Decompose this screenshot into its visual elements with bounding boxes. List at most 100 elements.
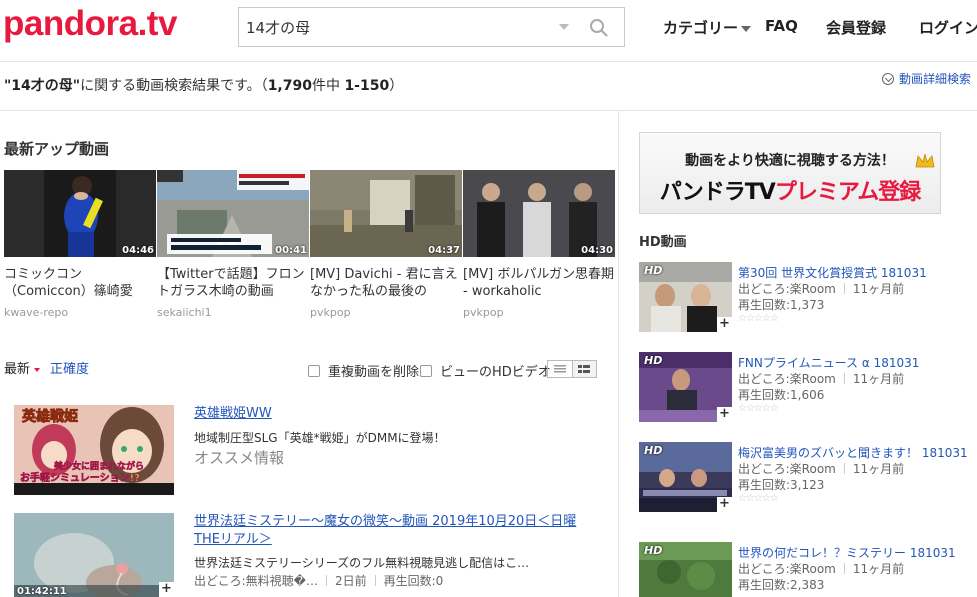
hd-item-source[interactable]: 出どころ:楽Room [738, 282, 836, 296]
caret-down-icon [34, 367, 41, 372]
hd-checkbox[interactable] [420, 365, 432, 377]
add-to-playlist-icon[interactable]: + [717, 407, 732, 422]
dedupe-checkbox[interactable] [308, 365, 320, 377]
hd-item-title[interactable]: FNNプライムニュース α 181031 [738, 356, 919, 370]
hd-badge: HD [644, 354, 663, 367]
result-description: 世界法廷ミステリーシリーズのフル無料視聴見逃し配信はこ… [194, 556, 530, 570]
premium-banner[interactable]: 動画をより快適に視聴する方法！ パンドラTVプレミアム登録 [639, 132, 941, 214]
rating-stars: ☆☆☆☆☆ [738, 493, 779, 504]
add-to-playlist-icon[interactable]: + [159, 582, 174, 597]
hd-item-age: 11ヶ月前 [852, 282, 905, 296]
result-meta: 出どころ:無料視聴�… 2日前 再生回数:0 [194, 572, 443, 589]
premium-brand: パンドラTV [659, 180, 776, 205]
hd-item-age: 11ヶ月前 [852, 372, 905, 386]
ad-thumbnail[interactable]: 英雄戦姫 美少女に囲まれながら お手軽シミュレーション!? [14, 405, 174, 495]
hd-item-meta: 出どころ:楽Room 11ヶ月前 [738, 561, 977, 577]
video-thumbnail[interactable]: 01:42:11 + [14, 513, 174, 597]
ad-tagline-2: お手軽シミュレーション!? [20, 471, 140, 484]
hd-item-info: 第30回 世界文化賞授賞式 181031 出どころ:楽Room 11ヶ月前 再生回… [738, 262, 977, 324]
latest-video-card[interactable]: 04:30 [MV] ボルパルガン思春期 - workaholic pvkpop [463, 170, 615, 319]
video-thumbnail[interactable]: 00:41 [157, 170, 309, 257]
sort-latest[interactable]: 最新 [4, 362, 30, 377]
hd-item-age: 11ヶ月前 [852, 462, 905, 476]
nav-category-label: カテゴリー [663, 19, 739, 37]
hd-option[interactable]: ビューのHDビデオ [420, 361, 551, 380]
hd-badge: HD [644, 444, 663, 457]
latest-video-card[interactable]: 00:41 【Twitterで話題】フロントガラス木崎の動画 sekaiichi… [157, 170, 309, 319]
ad-label: オススメ情報 [194, 449, 285, 467]
result-title[interactable]: 世界法廷ミステリー〜魔女の微笑〜動画 2019年10月20日＜日曜THEリアル＞ [194, 513, 594, 549]
premium-banner-line2: パンドラTVプレミアム登録 [640, 174, 940, 206]
result-total: 1,790 [267, 78, 312, 94]
video-user[interactable]: sekaiichi1 [157, 306, 309, 319]
result-age: 2日前 [335, 574, 367, 588]
meta-separator [326, 575, 327, 586]
video-duration: 04:46 [122, 245, 154, 256]
video-thumbnail[interactable]: 04:37 [310, 170, 462, 257]
hd-item-views: 再生回数:3,123 [738, 478, 825, 492]
pandora-logo[interactable]: pandora.tv [3, 4, 177, 44]
result-source[interactable]: 出どころ:無料視聴�… [194, 574, 318, 588]
video-user[interactable]: kwave-repo [4, 306, 156, 319]
chevron-circle-icon [882, 73, 894, 85]
latest-video-card[interactable]: 04:37 [MV] Davichi - 君に言えなかった私の最後の pvkpo… [310, 170, 462, 319]
hd-item-views: 再生回数:1,373 [738, 298, 825, 312]
hd-badge: HD [644, 544, 663, 557]
search-box [238, 7, 625, 47]
search-input[interactable] [239, 8, 549, 46]
video-thumbnail[interactable]: 04:30 [463, 170, 615, 257]
hd-item-title[interactable]: 世界の何だコレ！？ミステリー 181031 [738, 546, 956, 560]
crown-icon [915, 153, 935, 168]
video-title[interactable]: コミックコン （Comiccon）篠崎愛 [4, 266, 156, 300]
divider [0, 110, 977, 111]
hd-item-age: 11ヶ月前 [852, 562, 905, 576]
video-thumbnail[interactable]: HD + [639, 442, 732, 512]
list-view-icon[interactable] [548, 361, 572, 377]
premium-banner-line1: 動画をより快適に視聴する方法！ [685, 153, 895, 169]
video-thumbnail[interactable]: HD + [639, 352, 732, 422]
ad-tagline-1: 美少女に囲まれながら [54, 460, 144, 472]
grid-view-icon[interactable] [571, 361, 596, 377]
video-title[interactable]: 【Twitterで話題】フロントガラス木崎の動画 [157, 266, 309, 300]
hd-item-title[interactable]: 梅沢富美男のズバッと聞きます！ 181031 [738, 446, 968, 460]
dedupe-option[interactable]: 重複動画を削除 [308, 361, 419, 380]
nav-register[interactable]: 会員登録 [826, 17, 886, 38]
nav-login[interactable]: ログイン [919, 17, 977, 38]
search-icon[interactable] [587, 16, 611, 40]
result-suffix: ） [389, 78, 404, 94]
hd-item-source[interactable]: 出どころ:楽Room [738, 462, 836, 476]
advanced-search-link[interactable]: 動画詳細検索 [882, 70, 971, 87]
add-to-playlist-icon[interactable]: + [717, 497, 732, 512]
meta-separator [374, 575, 376, 586]
nav-faq[interactable]: FAQ [765, 17, 798, 35]
latest-video-card[interactable]: 04:46 コミックコン （Comiccon）篠崎愛 kwave-repo [4, 170, 156, 319]
rating-stars: ☆☆☆☆☆ [738, 403, 779, 414]
hd-item-source[interactable]: 出どころ:楽Room [738, 372, 836, 386]
video-duration: 04:30 [581, 245, 613, 256]
hd-item-source[interactable]: 出どころ:楽Room [738, 562, 836, 576]
meta-separator [843, 283, 845, 294]
video-user[interactable]: pvkpop [463, 306, 615, 319]
add-to-playlist-icon[interactable]: + [717, 317, 732, 332]
hd-item-meta: 出どころ:楽Room 11ヶ月前 [738, 281, 977, 297]
video-user[interactable]: pvkpop [310, 306, 462, 319]
view-toggle [547, 360, 597, 378]
result-title[interactable]: 英雄戦姫WW [194, 405, 594, 423]
result-count-label: 件中 [311, 78, 340, 94]
video-duration: 01:42:11 [17, 586, 67, 597]
video-thumbnail[interactable]: 04:46 [4, 170, 156, 257]
search-dropdown-icon[interactable] [559, 24, 569, 30]
video-title[interactable]: [MV] Davichi - 君に言えなかった私の最後の [310, 266, 462, 300]
hd-item-views: 再生回数:2,383 [738, 578, 825, 592]
result-description: 地域制圧型SLG「英雄*戦姫」がDMMに登場！ [194, 431, 446, 445]
hd-item-meta: 出どころ:楽Room 11ヶ月前 [738, 461, 977, 477]
nav-category[interactable]: カテゴリー [663, 17, 752, 38]
video-thumbnail[interactable]: HD [639, 542, 732, 597]
advanced-search-label: 動画詳細検索 [899, 72, 972, 86]
premium-register: プレミアム登録 [774, 180, 921, 205]
sort-relevance[interactable]: 正確度 [50, 362, 89, 377]
hd-item-title[interactable]: 第30回 世界文化賞授賞式 181031 [738, 266, 927, 280]
video-thumbnail[interactable]: HD + [639, 262, 732, 332]
video-title[interactable]: [MV] ボルパルガン思春期 - workaholic [463, 266, 615, 300]
hd-item-meta: 出どころ:楽Room 11ヶ月前 [738, 371, 977, 387]
